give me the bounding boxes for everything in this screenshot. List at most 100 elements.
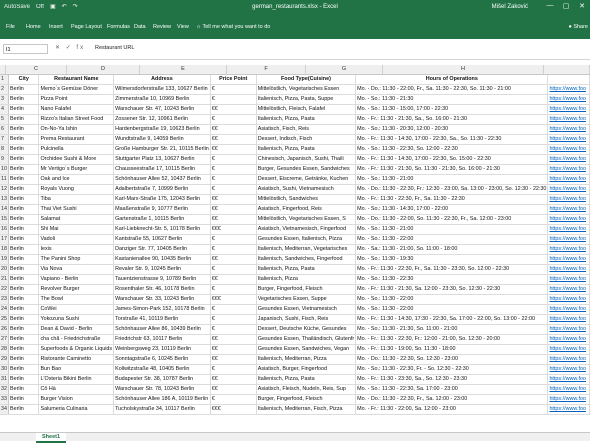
cell-restaurant-url[interactable]: https://www.foo (547, 134, 590, 146)
cell-food-type[interactable]: Japanisch, Sushi, Fisch, Reis (256, 314, 357, 326)
cell-address[interactable]: Kantstraße 55, 10627 Berlin (113, 234, 211, 246)
tell-me-search[interactable]: ☼ Tell me what you want to do (196, 24, 270, 30)
cell-price-point[interactable]: €€ (210, 344, 257, 356)
cell-hours[interactable]: Mo. - So.: 11:30 - 20:30, 12:00 - 20:30 (355, 124, 549, 136)
cell-food-type[interactable]: Dessert, Deutsche Küche, Gesundes (256, 324, 357, 336)
header-price-point[interactable]: Price Point (210, 75, 257, 86)
cell-city[interactable]: Berlin (8, 394, 40, 406)
cell-hours[interactable]: Mo. - Fr.: 11:30 - 14:30, 17:30 - 22:30,… (355, 314, 549, 326)
cell-price-point[interactable]: € (210, 234, 257, 246)
cell-hours[interactable]: Mo. - So.: 11:30 - 22:30, So. 12:00 - 22… (355, 144, 549, 156)
cell-hours[interactable]: Mo. - Fr.: 11:30 - 22:00, Sa. 12:00 - 23… (355, 404, 549, 416)
cell-restaurant-url[interactable]: https://www.foo (547, 174, 590, 186)
cell-city[interactable]: Berlin (8, 284, 40, 296)
cell-restaurant-url[interactable]: https://www.foo (547, 314, 590, 326)
row-number[interactable]: 14 (0, 204, 9, 216)
cell-hours[interactable]: Mo. - Fr.: 11:30 - 22:30, Fr., Sa. 11:30… (355, 264, 549, 276)
cell-hours[interactable]: Mo. - Do.: 11:30 - 22:30, Fr.: 12:30 - 2… (355, 184, 549, 196)
cell-restaurant-url[interactable]: https://www.foo (547, 214, 590, 226)
cell-address[interactable]: Große Hamburger Str. 21, 10115 Berlin (113, 144, 211, 156)
cell-price-point[interactable]: € (210, 94, 257, 106)
row-number[interactable]: 25 (0, 314, 9, 326)
cell-address[interactable]: Wundtstraße 9, 14059 Berlin (113, 134, 211, 146)
header-restaurant-name[interactable]: Restaurant Name (38, 75, 115, 86)
cell-restaurant-url[interactable]: https://www.foo (547, 304, 590, 316)
cell-food-type[interactable]: Gesundes Essen, Vietnamesisch (256, 304, 357, 316)
cell-city[interactable]: Berlin (8, 224, 40, 236)
cell-food-type[interactable]: Mittelöstlich, Fleisch, Falafel (256, 104, 357, 116)
row-number[interactable]: 30 (0, 364, 9, 376)
cell-address[interactable]: Schönhauser Allee 86, 10439 Berlin (113, 324, 211, 336)
cell-restaurant-url[interactable]: https://www.foo (547, 144, 590, 156)
row-number[interactable]: 2 (0, 84, 9, 96)
row-number[interactable]: 33 (0, 394, 9, 406)
cell-address[interactable]: Wilmersdorferstraße 133, 10627 Berlin (113, 84, 211, 96)
header-city[interactable]: City (8, 75, 40, 86)
cell-food-type[interactable]: Asiatisch, Fingerfood, Reis (256, 204, 357, 216)
cell-food-type[interactable]: Dessert, Indisch, Fisch (256, 134, 357, 146)
enter-icon[interactable]: ✓ (66, 45, 73, 51)
row-number[interactable]: 5 (0, 114, 9, 126)
cell-restaurant-url[interactable]: https://www.foo (547, 184, 590, 196)
cell-restaurant-url[interactable]: https://www.foo (547, 394, 590, 406)
row-number[interactable]: 26 (0, 324, 9, 336)
cell-food-type[interactable]: Burger, Fingerfood, Fleisch (256, 284, 357, 296)
cell-hours[interactable]: Mo. - Fr.: 11:30 - 22:30, Fr.: 12:00 - 2… (355, 334, 549, 346)
cell-hours[interactable]: Mo. - So.: 11:30 - 22:00 (355, 234, 549, 246)
cell-restaurant-url[interactable]: https://www.foo (547, 404, 590, 416)
cell-restaurant-name[interactable]: Superfoods & Organic Liquids (38, 344, 115, 356)
tab-insert[interactable]: Insert (49, 24, 63, 30)
header-address[interactable]: Address (113, 75, 211, 86)
cell-food-type[interactable]: Asiatisch, Burger, Fingerfood (256, 364, 357, 376)
cell-hours[interactable]: Mo. - Fr.: 11:30 - 21:30, Sa. 12:00 - 23… (355, 284, 549, 296)
cell-address[interactable]: Chausseestraße 17, 10115 Berlin (113, 164, 211, 176)
cell-restaurant-url[interactable]: https://www.foo (547, 204, 590, 216)
cell-food-type[interactable]: Mittelöstlich, Sandwiches (256, 194, 357, 206)
cell-restaurant-url[interactable]: https://www.foo (547, 94, 590, 106)
cell-restaurant-name[interactable]: Salumeria Culinaria (38, 404, 115, 416)
cell-address[interactable]: Sonntagstraße 6, 10245 Berlin (113, 354, 211, 366)
cell-restaurant-name[interactable]: Vapiano - Berlin (38, 274, 115, 286)
row-number[interactable]: 6 (0, 124, 9, 136)
cell-city[interactable]: Berlin (8, 174, 40, 186)
cell-restaurant-name[interactable]: Salamat (38, 214, 115, 226)
row-number[interactable]: 19 (0, 254, 9, 266)
cell-food-type[interactable]: Dessert, Eiscreme, Getränke, Kuchen (256, 174, 357, 186)
cell-address[interactable]: Adalbertstraße 7, 10999 Berlin (113, 184, 211, 196)
cell-address[interactable]: Warschauer Str. 78, 10243 Berlin (113, 384, 211, 396)
cell-restaurant-name[interactable]: Royals Vuong (38, 184, 115, 196)
column-header-d[interactable]: D (67, 65, 140, 74)
cell-hours[interactable]: Mo. - So.: 11:30 - 22:30, Fr. - So. 12:3… (355, 364, 549, 376)
cell-address[interactable]: Tucholskystraße 34, 10117 Berlin (113, 404, 211, 416)
cell-city[interactable]: Berlin (8, 124, 40, 136)
cell-city[interactable]: Berlin (8, 374, 40, 386)
cell-restaurant-url[interactable]: https://www.foo (547, 264, 590, 276)
cell-restaurant-name[interactable]: Thai Viet Sushi (38, 204, 115, 216)
cell-city[interactable]: Berlin (8, 304, 40, 316)
cell-food-type[interactable]: Gesundes Essen, Italienisch, Pizza (256, 234, 357, 246)
cell-address[interactable]: Zossener Str. 12, 10961 Berlin (113, 114, 211, 126)
cell-restaurant-name[interactable]: Pizza Point (38, 94, 115, 106)
cell-restaurant-name[interactable]: Memo´s Gemüse Döner (38, 84, 115, 96)
cell-price-point[interactable]: €€ (210, 194, 257, 206)
cell-restaurant-name[interactable]: Dean & David - Berlin (38, 324, 115, 336)
share-button[interactable]: ● Share (568, 24, 588, 30)
cell-address[interactable]: Karl-Liebknecht-Str. 5, 10178 Berlin (113, 224, 211, 236)
cell-city[interactable]: Berlin (8, 144, 40, 156)
cell-city[interactable]: Berlin (8, 84, 40, 96)
cell-price-point[interactable]: €€€ (210, 294, 257, 306)
row-number[interactable]: 11 (0, 174, 9, 186)
cell-address[interactable]: Hardenbergstraße 19, 10623 Berlin (113, 124, 211, 136)
cell-price-point[interactable]: € (210, 174, 257, 186)
tab-review[interactable]: Review (153, 24, 171, 30)
column-header-e[interactable]: E (140, 65, 227, 74)
cell-price-point[interactable]: € (210, 184, 257, 196)
row-number[interactable]: 22 (0, 284, 9, 296)
cell-food-type[interactable]: Gesundes Essen, Thailändisch, Glutenfr (256, 334, 357, 346)
header-food-type[interactable]: Food Type(Cuisine) (256, 75, 357, 86)
cell-city[interactable]: Berlin (8, 404, 40, 416)
cell-hours[interactable]: Mo. - So.: 11:30 - 21:30 (355, 94, 549, 106)
cell-city[interactable]: Berlin (8, 344, 40, 356)
cell-city[interactable]: Berlin (8, 324, 40, 336)
column-header-f[interactable]: F (227, 65, 306, 74)
